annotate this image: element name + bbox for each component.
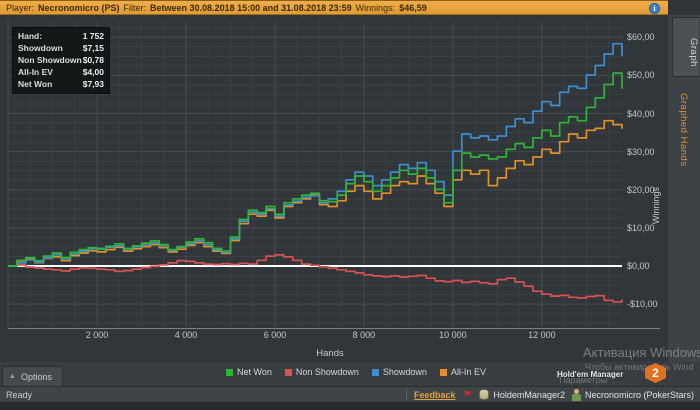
winnings-value: $46,59 xyxy=(399,2,427,13)
y-tick-label: $30,00 xyxy=(627,146,655,157)
x-tick-label: 8 000 xyxy=(352,330,376,340)
chart-footer-band: ▲ Options Net Won Non Showdown Showdown … xyxy=(0,362,700,386)
legend-item-non-showdown[interactable]: Non Showdown xyxy=(284,367,359,377)
tooltip-nonshowdown-label: Non Showdown xyxy=(18,55,82,65)
options-label: Options xyxy=(20,371,52,382)
y-tick-label: $0,00 xyxy=(627,261,650,271)
net-won-swatch-icon xyxy=(226,368,233,376)
chevron-up-icon: ▲ xyxy=(9,373,16,380)
info-icon[interactable]: i xyxy=(649,3,660,14)
legend-item-showdown[interactable]: Showdown xyxy=(371,367,427,377)
account-name: Necronomicro (PokerStars) xyxy=(584,389,694,400)
x-tick-label: 2 000 xyxy=(85,330,109,340)
x-tick-label: 4 000 xyxy=(174,330,198,340)
tooltip-showdown-label: Showdown xyxy=(18,43,63,53)
tooltip-allinev-label: All-In EV xyxy=(18,67,53,77)
y-tick-label: $10,00 xyxy=(627,222,655,233)
player-label: Player: xyxy=(6,2,35,13)
filter-value: Between 30.08.2018 15:00 and 31.08.2018 … xyxy=(150,2,352,13)
showdown-swatch-icon xyxy=(371,368,379,376)
tooltip-allinev-value: $4,00 xyxy=(82,67,104,77)
x-axis-title: Hands xyxy=(316,348,344,359)
x-tick-label: 12 000 xyxy=(528,330,556,340)
tooltip-hand-label: Hand: xyxy=(18,31,43,41)
filter-label: Filter: xyxy=(123,2,147,13)
player-value: Necronomicro (PS) xyxy=(38,2,120,13)
status-ready: Ready xyxy=(6,389,33,400)
tooltip-hand-value: 1 752 xyxy=(82,31,104,41)
legend-all-in-ev-label: All-In EV xyxy=(450,367,486,377)
tab-graphed-hands[interactable]: Graphed Hands xyxy=(678,93,689,167)
holdem-manager-graph-window: Player: Necronomicro (PS) Filter: Betwee… xyxy=(0,0,700,410)
x-tick-label: 6 000 xyxy=(263,330,287,340)
winnings-label: Winnings: xyxy=(355,2,396,13)
player-icon xyxy=(571,388,581,401)
legend-item-net-won[interactable]: Net Won xyxy=(226,367,272,377)
window-bottom-strip xyxy=(0,402,700,410)
tooltip-networn-label: Net Won xyxy=(18,79,53,89)
non-showdown-swatch-icon xyxy=(284,368,292,376)
account-status[interactable]: Necronomicro (PokerStars) xyxy=(571,388,694,401)
y-tick-label: $40,00 xyxy=(627,108,655,119)
status-bar: Ready Feedback ⚑ HoldemManager2 Necronom… xyxy=(0,386,700,402)
feedback-link[interactable]: Feedback xyxy=(414,390,456,400)
tooltip-showdown-value: $7,15 xyxy=(82,43,104,53)
chart-legend: Net Won Non Showdown Showdown All-In EV xyxy=(226,367,486,377)
tooltip-nonshowdown-value: $0,78 xyxy=(82,55,104,65)
options-button[interactable]: ▲ Options xyxy=(2,366,63,386)
sidebar-corner xyxy=(668,0,700,15)
all-in-ev-swatch-icon xyxy=(439,368,447,376)
tooltip-netwon-value: $7,93 xyxy=(82,79,104,89)
graph-panel: Hand: 1 752 Showdown $7,15 Non Showdown $0,… xyxy=(0,15,668,362)
filter-summary-bar: Player: Necronomicro (PS) Filter: Betwee… xyxy=(0,0,668,15)
y-tick-label: $20,00 xyxy=(627,184,655,195)
database-icon xyxy=(479,389,490,400)
y-tick-label: $50,00 xyxy=(627,70,655,81)
separator xyxy=(406,389,408,400)
x-tick-label: 10 000 xyxy=(439,330,467,340)
right-sidebar: Graph Graphed Hands xyxy=(668,0,700,386)
database-name: HoldemManager2 xyxy=(493,389,565,400)
legend-item-all-in-ev[interactable]: All-In EV xyxy=(439,367,486,377)
tab-graph[interactable]: Graph xyxy=(672,17,699,77)
legend-showdown-label: Showdown xyxy=(382,367,427,377)
legend-non-showdown-label: Non Showdown xyxy=(295,367,359,377)
y-tick-label: -$10,00 xyxy=(627,299,658,310)
hand-tooltip: Hand: 1 752 Showdown $7,15 Non Showdown $0,… xyxy=(12,27,110,94)
y-tick-label: $60,00 xyxy=(627,32,655,43)
legend-net-won-label: Net Won xyxy=(237,367,272,377)
flag-icon[interactable]: ⚑ xyxy=(463,389,473,400)
database-status[interactable]: HoldemManager2 xyxy=(479,389,565,400)
